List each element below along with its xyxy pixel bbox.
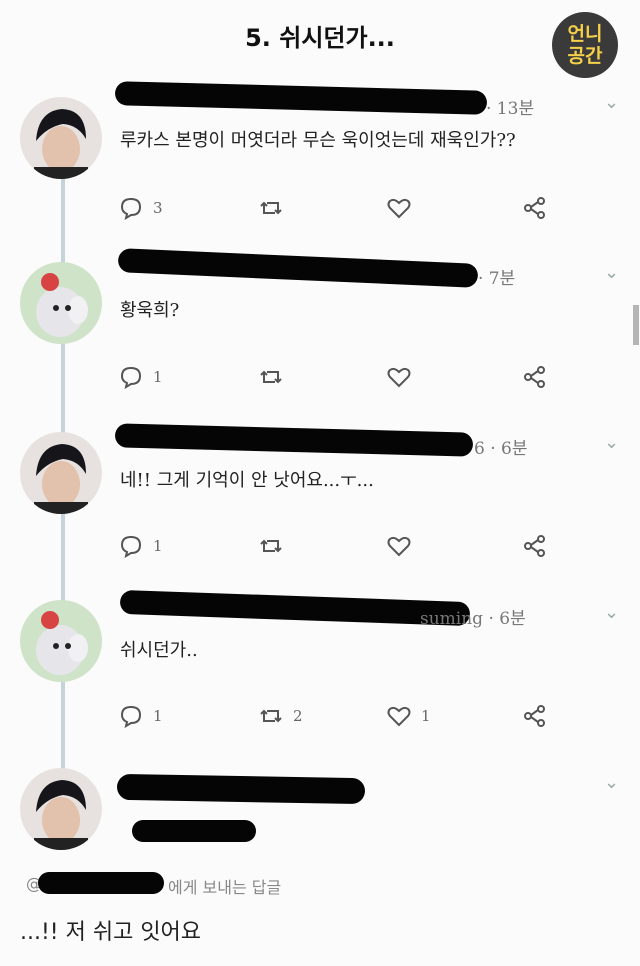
reply-icon — [120, 535, 142, 559]
redacted-username — [119, 589, 471, 627]
focused-tweet-text: ...!! 저 쉬고 잇어요 — [20, 920, 202, 945]
chevron-down-icon[interactable]: ⌄ — [604, 92, 619, 113]
redacted-reply-target — [38, 872, 164, 894]
like-icon — [387, 536, 411, 557]
badge-line-2: 공간 — [567, 45, 603, 67]
reply-to-label: 에게 보내는 답글 — [168, 878, 282, 897]
share-button[interactable] — [522, 195, 548, 221]
retweet-button[interactable] — [258, 364, 293, 390]
tweet-time: · 13분 — [486, 99, 535, 119]
reply-count: 3 — [153, 199, 163, 217]
retweet-button[interactable]: 2 — [258, 703, 303, 729]
avatar[interactable] — [20, 768, 102, 850]
tweet-actions: 3 — [118, 195, 558, 225]
redacted-username — [114, 423, 474, 457]
redacted-username — [117, 248, 479, 288]
tweet-actions: 1 — [118, 533, 558, 563]
chevron-down-icon[interactable]: ⌄ — [604, 602, 619, 623]
redacted-username — [114, 81, 488, 115]
channel-badge-logo: 언니 공간 — [552, 12, 618, 78]
share-icon — [524, 705, 545, 727]
reply-count: 1 — [153, 537, 163, 555]
like-icon — [387, 198, 411, 219]
retweet-icon — [260, 201, 282, 215]
avatar[interactable] — [20, 432, 102, 514]
share-button[interactable] — [522, 364, 548, 390]
tweet-text: 네!! 그게 기억이 안 낫어요...ㅜ... — [120, 470, 374, 491]
avatar[interactable] — [20, 262, 102, 344]
reply-icon — [120, 197, 142, 221]
chevron-down-icon[interactable]: ⌄ — [604, 262, 619, 283]
share-button[interactable] — [522, 533, 548, 559]
reply-button[interactable]: 1 — [118, 364, 163, 390]
reply-button[interactable]: 1 — [118, 533, 163, 559]
tweet-actions: 1 — [118, 364, 558, 394]
avatar[interactable] — [20, 97, 102, 179]
reply-button[interactable]: 3 — [118, 195, 163, 221]
reply-count: 1 — [153, 368, 163, 386]
chevron-down-icon[interactable]: ⌄ — [604, 772, 619, 793]
retweet-count: 2 — [293, 707, 303, 725]
retweet-icon — [260, 370, 282, 384]
page-title: 5. 쉬시던가... — [245, 24, 395, 52]
reply-count: 1 — [153, 707, 163, 725]
tweet-time: · 7분 — [478, 269, 516, 289]
redacted-username — [116, 773, 366, 805]
like-button[interactable] — [386, 195, 421, 221]
reply-button[interactable]: 1 — [118, 703, 163, 729]
share-icon — [524, 366, 545, 388]
chevron-down-icon[interactable]: ⌄ — [604, 432, 619, 453]
badge-line-1: 언니 — [567, 23, 603, 45]
retweet-button[interactable] — [258, 195, 293, 221]
reply-icon — [120, 366, 142, 390]
tweet-actions: 1 2 1 — [118, 703, 558, 733]
share-button[interactable] — [522, 703, 548, 729]
tweet-time: 6 · 6분 — [474, 439, 528, 459]
tweet-time: suming · 6분 — [420, 609, 526, 629]
like-count: 1 — [421, 707, 431, 725]
reply-icon — [120, 705, 142, 729]
tweet-text: 황욱희? — [120, 300, 180, 321]
avatar[interactable] — [20, 600, 102, 682]
share-icon — [524, 197, 545, 219]
retweet-button[interactable] — [258, 533, 293, 559]
like-icon — [387, 367, 411, 388]
tweet-text: 쉬시던가.. — [120, 640, 198, 661]
like-button[interactable] — [386, 533, 421, 559]
like-icon — [387, 706, 411, 727]
like-button[interactable] — [386, 364, 421, 390]
scrollbar-thumb[interactable] — [633, 305, 639, 345]
tweet-text: 루카스 본명이 머엿더라 무슨 욱이엇는데 재욱인가?? — [120, 130, 516, 151]
like-button[interactable]: 1 — [386, 703, 431, 729]
retweet-icon — [260, 709, 282, 723]
share-icon — [524, 535, 545, 557]
redacted-handle — [132, 820, 256, 842]
retweet-icon — [260, 539, 282, 553]
